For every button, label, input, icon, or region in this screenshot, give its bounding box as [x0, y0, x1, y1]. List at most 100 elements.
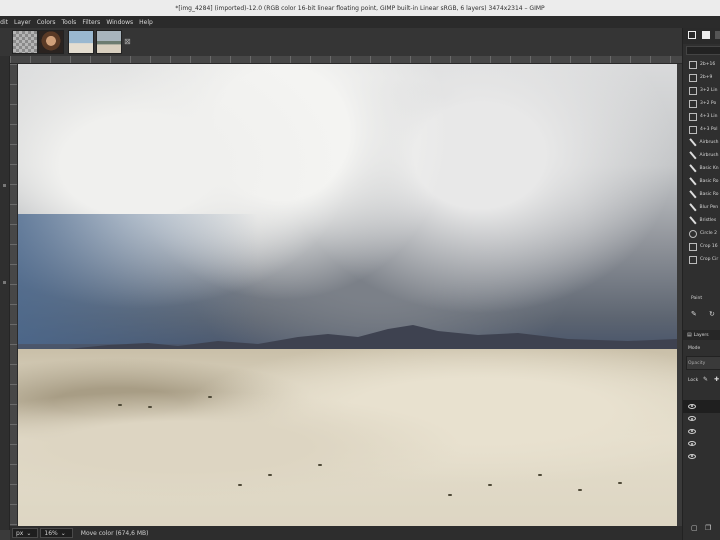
brush-preview-icon	[689, 86, 697, 95]
visibility-eye-icon[interactable]	[688, 416, 696, 422]
crop-brush-icon	[689, 255, 697, 264]
layer-row[interactable]	[683, 400, 720, 413]
horizontal-ruler[interactable]	[10, 56, 682, 64]
brush-item[interactable]: Basic Ro	[683, 175, 720, 188]
brush-item[interactable]: Basic Ro	[683, 188, 720, 201]
shrub	[268, 474, 272, 476]
brush-item[interactable]: Airbrush	[683, 136, 720, 149]
opacity-label: Opacity	[688, 361, 706, 366]
layer-list	[683, 400, 720, 463]
brush-item[interactable]: 3+2 Lin	[683, 84, 720, 97]
dock-tabs	[683, 28, 720, 44]
brush-item[interactable]: 2b+9	[683, 71, 720, 84]
lock-label: Lock	[688, 378, 699, 383]
image-tab-transparent[interactable]	[12, 30, 38, 54]
round-brush-icon	[689, 177, 697, 186]
menu-help[interactable]: Help	[136, 19, 156, 26]
sand-dunes	[18, 349, 677, 526]
shrub	[578, 489, 582, 491]
brush-item[interactable]: Blur Pen	[683, 201, 720, 214]
edit-brush-icon[interactable]: ✎	[691, 310, 697, 318]
layer-row[interactable]	[683, 450, 720, 463]
knife-brush-icon	[689, 164, 697, 173]
brush-filter-input[interactable]	[686, 46, 720, 55]
shrub	[618, 482, 622, 484]
brush-item[interactable]: Crop 16	[683, 240, 720, 253]
shrub	[148, 406, 152, 408]
brush-item[interactable]: 4+3 Pol	[683, 123, 720, 136]
visibility-eye-icon[interactable]	[688, 403, 696, 409]
crop-brush-icon	[689, 242, 697, 251]
shrub	[238, 484, 242, 486]
shrub	[118, 404, 122, 406]
pattern-tab-icon[interactable]	[715, 31, 720, 39]
image-tab-beach[interactable]	[68, 30, 94, 54]
right-dock: 2b+16 2b+9 3+2 Lin 3+2 Po 4+3 Lin 4+3 Po…	[682, 28, 720, 540]
shrub	[448, 494, 452, 496]
menu-windows[interactable]: Windows	[103, 19, 136, 26]
brush-list: 2b+16 2b+9 3+2 Lin 3+2 Po 4+3 Lin 4+3 Po…	[683, 58, 720, 266]
zoom-select[interactable]: 16% ⌄	[40, 528, 73, 538]
brush-item[interactable]: 4+3 Lin	[683, 110, 720, 123]
brush-preview-icon	[689, 112, 697, 121]
toolbox-panel	[0, 56, 10, 530]
menu-layer[interactable]: Layer	[11, 19, 34, 26]
shrub	[208, 396, 212, 398]
menu-colors[interactable]: Colors	[34, 19, 59, 26]
layer-row[interactable]	[683, 413, 720, 426]
bristles-icon	[689, 216, 697, 225]
brush-preview-icon	[689, 73, 697, 82]
unit-value: px	[16, 529, 24, 537]
layer-row[interactable]	[683, 438, 720, 451]
fg-bg-color-icon[interactable]	[688, 31, 696, 39]
layer-mode-label: Mode	[688, 346, 701, 351]
brush-tab-icon[interactable]	[702, 31, 710, 39]
new-layer-icon[interactable]: ▢	[691, 524, 698, 532]
menu-filters[interactable]: Filters	[79, 19, 103, 26]
chevron-down-icon: ⌄	[26, 529, 32, 537]
brush-item[interactable]: 3+2 Po	[683, 97, 720, 110]
status-bar: px ⌄ 16% ⌄ Move color (674,6 MB)	[10, 526, 682, 540]
brush-action-buttons: ✎ ↻	[683, 310, 720, 320]
menu-bar: Edit Layer Colors Tools Filters Windows …	[0, 16, 720, 28]
menu-tools[interactable]: Tools	[59, 19, 80, 26]
visibility-eye-icon[interactable]	[688, 441, 696, 447]
brush-item[interactable]: Airbrush	[683, 149, 720, 162]
menu-edit[interactable]: Edit	[0, 19, 11, 26]
refresh-brush-icon[interactable]: ↻	[709, 310, 715, 318]
brush-item[interactable]: Crop Cir	[683, 253, 720, 266]
image-tab-desert[interactable]	[96, 30, 122, 54]
vertical-ruler[interactable]	[10, 64, 18, 526]
brush-item[interactable]: Circle 2	[683, 227, 720, 240]
airbrush-icon	[689, 151, 697, 160]
brush-category-label: Paint	[691, 296, 703, 301]
lock-pixels-icon[interactable]: ✎	[703, 376, 708, 383]
chevron-down-icon: ⌄	[60, 529, 66, 537]
lock-position-icon[interactable]: ✚	[714, 376, 719, 383]
brush-item[interactable]: Basic Kn	[683, 162, 720, 175]
image-canvas[interactable]	[18, 64, 677, 526]
image-tab-portrait[interactable]	[38, 30, 64, 54]
brush-item[interactable]: Bristles	[683, 214, 720, 227]
status-message: Move color (674,6 MB)	[80, 529, 149, 537]
layer-row[interactable]	[683, 425, 720, 438]
tab-layers[interactable]: Layers	[694, 333, 709, 338]
shrub	[538, 474, 542, 476]
toolbox-handle-icon[interactable]	[3, 281, 6, 284]
duplicate-layer-icon[interactable]: ❐	[705, 524, 711, 532]
layers-tab-icon[interactable]: ▤	[687, 332, 692, 338]
layers-tab-bar: ▤ Layers	[683, 330, 720, 340]
shrub	[488, 484, 492, 486]
round-brush-icon	[689, 190, 697, 199]
visibility-eye-icon[interactable]	[688, 428, 696, 434]
toolbox-handle-icon[interactable]	[3, 184, 6, 187]
unit-select[interactable]: px ⌄	[12, 528, 39, 538]
brush-item[interactable]: 2b+16	[683, 58, 720, 71]
layer-action-buttons: ▢ ❐	[683, 524, 720, 536]
brush-preview-icon	[689, 125, 697, 134]
close-tab-icon[interactable]: ⊠	[124, 37, 131, 46]
zoom-value: 16%	[44, 529, 58, 537]
image-tabs-bar: ⊠	[0, 28, 682, 56]
visibility-eye-icon[interactable]	[688, 453, 696, 459]
blur-pen-icon	[689, 203, 697, 212]
